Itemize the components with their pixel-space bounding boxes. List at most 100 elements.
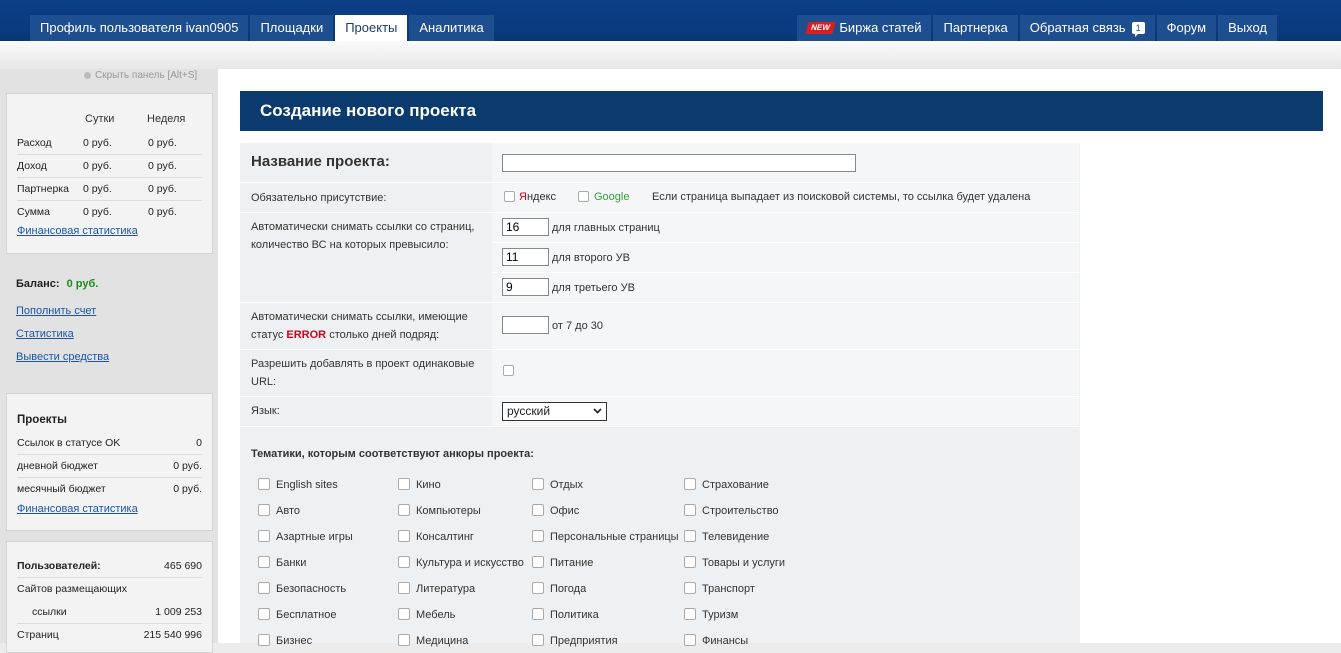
topic-checkbox[interactable] — [398, 478, 410, 490]
topic-label: Товары и услуги — [702, 557, 786, 569]
links-row: ссылки 1 009 253 — [17, 601, 202, 624]
tab-logout[interactable]: Выход — [1218, 15, 1277, 41]
message-count-icon: 1 — [1131, 22, 1145, 37]
yandex-checkbox[interactable] — [504, 191, 515, 202]
duplicates-checkbox[interactable] — [503, 365, 514, 376]
error-days-input[interactable] — [502, 316, 549, 334]
topic-label: Авто — [276, 505, 300, 517]
topic-label: Туризм — [702, 609, 739, 621]
topic-label: Бесплатное — [276, 609, 337, 621]
finance-stats-link[interactable]: Финансовая статистика — [17, 225, 138, 237]
topic-checkbox[interactable] — [532, 556, 544, 568]
topic-checkbox[interactable] — [398, 634, 410, 646]
projects-row-value: 0 руб. — [173, 483, 202, 495]
users-value: 465 690 — [164, 560, 202, 572]
tab-forum[interactable]: Форум — [1156, 15, 1217, 41]
topic-checkbox[interactable] — [532, 582, 544, 594]
statistics-link[interactable]: Статистика — [16, 328, 74, 340]
google-checkbox[interactable] — [578, 191, 589, 202]
topic-checkbox[interactable] — [532, 504, 544, 516]
projects-row: дневной бюджет 0 руб. — [17, 455, 202, 478]
topic-label: Погода — [550, 583, 587, 595]
topic-checkbox[interactable] — [684, 608, 696, 620]
topic-checkbox[interactable] — [684, 478, 696, 490]
stats-row: Сумма 0 руб. 0 руб. — [17, 201, 202, 223]
links-value: 1 009 253 — [155, 606, 202, 618]
topic-checkbox[interactable] — [684, 556, 696, 568]
topic-checkbox[interactable] — [258, 608, 270, 620]
withdraw-link[interactable]: Вывести средства — [16, 351, 109, 363]
projects-row-label: Ссылок в статусе OK — [17, 437, 121, 449]
tab-articles-label: Биржа статей — [839, 20, 922, 35]
topic-checkbox[interactable] — [532, 634, 544, 646]
topic-label: Банки — [276, 557, 307, 569]
topic-checkbox[interactable] — [258, 504, 270, 516]
row-divider — [240, 302, 1080, 303]
topic-checkbox[interactable] — [398, 530, 410, 542]
projects-row-label: дневной бюджет — [17, 460, 98, 472]
tab-sites[interactable]: Площадки — [250, 15, 334, 41]
language-select[interactable]: русский — [502, 402, 607, 421]
sites-label-row: Сайтов размещающих — [17, 578, 202, 600]
col-day-header: Сутки — [85, 113, 115, 125]
presence-note: Если страница выпадает из поисковой сист… — [652, 191, 1031, 203]
topic-checkbox[interactable] — [258, 582, 270, 594]
error-label-2: статус ERROR столько дней подряд: — [251, 326, 439, 344]
top-up-link[interactable]: Пополнить счет — [16, 305, 96, 317]
topic-checkbox[interactable] — [398, 608, 410, 620]
auto-remove-label-2: количество ВС на которых превысило: — [251, 239, 449, 251]
topic-checkbox[interactable] — [684, 582, 696, 594]
chevron-down-icon — [593, 408, 602, 414]
google-label: Google — [594, 191, 630, 203]
project-name-input[interactable] — [502, 154, 856, 172]
topic-checkbox[interactable] — [258, 478, 270, 490]
level2-input[interactable] — [502, 248, 549, 266]
topic-label: Телевидение — [702, 531, 770, 543]
stats-row: Партнерка 0 руб. 0 руб. — [17, 178, 202, 201]
projects-row-value: 0 руб. — [173, 460, 202, 472]
tab-profile[interactable]: Профиль пользователя ivan0905 — [30, 15, 249, 41]
topic-label: Мебель — [416, 609, 456, 621]
projects-title: Проекты — [17, 414, 67, 426]
new-badge: NEW — [805, 22, 835, 34]
stats-row-week: 0 руб. — [148, 137, 177, 149]
topic-checkbox[interactable] — [532, 608, 544, 620]
stats-row-week: 0 руб. — [148, 160, 177, 172]
row-divider — [240, 396, 1080, 397]
topic-checkbox[interactable] — [532, 478, 544, 490]
topic-checkbox[interactable] — [258, 634, 270, 646]
tab-feedback[interactable]: Обратная связь 1 — [1019, 15, 1155, 41]
topic-checkbox[interactable] — [258, 556, 270, 568]
hide-panel-icon — [84, 72, 91, 79]
topic-label: Консалтинг — [416, 531, 474, 543]
hide-panel-label: Скрыть панель [Alt+S] — [95, 70, 198, 81]
stats-row-day: 0 руб. — [83, 183, 112, 195]
hide-panel-button[interactable]: Скрыть панель [Alt+S] — [84, 70, 197, 81]
topic-checkbox[interactable] — [684, 504, 696, 516]
row-divider — [240, 349, 1080, 350]
topic-label: Литература — [416, 583, 476, 595]
level1-input[interactable] — [502, 218, 549, 236]
project-name-label: Название проекта: — [251, 153, 390, 170]
tab-projects[interactable]: Проекты — [335, 15, 408, 41]
row-divider — [240, 426, 1080, 427]
topic-label: Безопасность — [276, 583, 347, 595]
topic-label: Кино — [416, 479, 441, 491]
topic-checkbox[interactable] — [258, 530, 270, 542]
main-tabs: Профиль пользователя ivan0905 Площадки П… — [30, 15, 494, 41]
tab-analytics[interactable]: Аналитика — [409, 15, 494, 41]
tab-articles-exchange[interactable]: NEW Биржа статей — [796, 15, 932, 41]
topic-checkbox[interactable] — [398, 556, 410, 568]
topic-checkbox[interactable] — [398, 582, 410, 594]
projects-finance-link[interactable]: Финансовая статистика — [17, 503, 138, 515]
error-label-1: Автоматически снимать ссылки, имеющие — [251, 311, 468, 323]
level3-input[interactable] — [502, 278, 549, 296]
topic-checkbox[interactable] — [398, 504, 410, 516]
duplicates-label-1: Разрешить добавлять в проект одинаковые — [251, 358, 475, 370]
projects-box: Проекты Ссылок в статусе OK 0 дневной бю… — [6, 393, 213, 531]
level1-label: для главных страниц — [552, 222, 660, 234]
topic-checkbox[interactable] — [684, 530, 696, 542]
topic-checkbox[interactable] — [684, 634, 696, 646]
tab-partner[interactable]: Партнерка — [933, 15, 1018, 41]
topic-checkbox[interactable] — [532, 530, 544, 542]
